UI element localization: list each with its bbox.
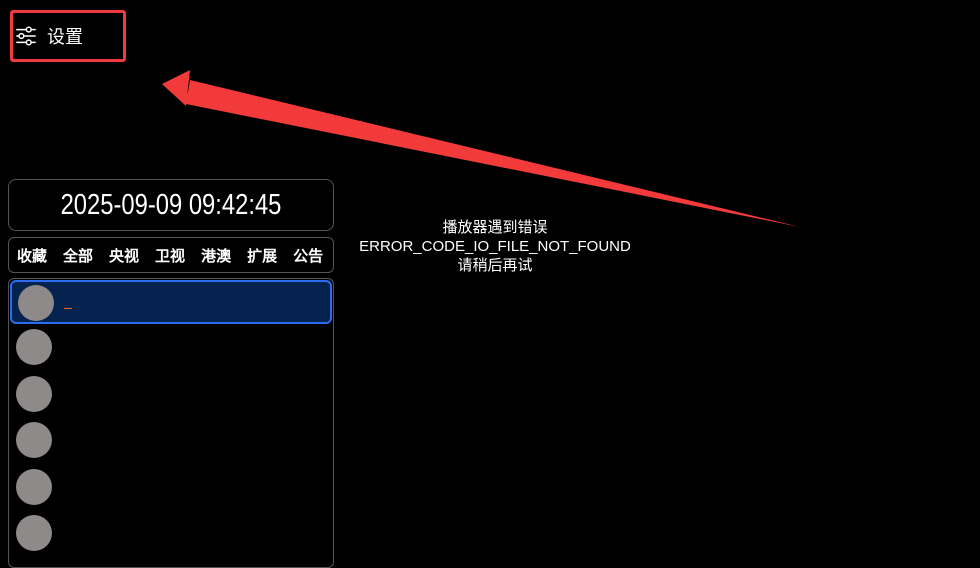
clock-panel: 2025-09-09 09:42:45 <box>8 179 334 231</box>
tab-cctv[interactable]: 央视 <box>109 245 139 266</box>
channel-item[interactable] <box>10 419 332 463</box>
channel-logo <box>16 515 52 551</box>
tab-all[interactable]: 全部 <box>63 245 93 266</box>
tab-hk-macau[interactable]: 港澳 <box>201 245 231 266</box>
channel-name: _ <box>64 290 72 309</box>
tab-extended[interactable]: 扩展 <box>247 245 277 266</box>
tab-satellite[interactable]: 卫视 <box>155 245 185 266</box>
channel-logo <box>16 422 52 458</box>
category-tabs: 收藏 全部 央视 卫视 港澳 扩展 公告 <box>8 237 334 273</box>
tab-announcements[interactable]: 公告 <box>293 245 323 266</box>
channel-logo <box>16 469 52 505</box>
channel-logo <box>16 376 52 412</box>
clock-datetime: 2025-09-09 09:42:45 <box>60 188 282 221</box>
channel-item-selected[interactable]: _ <box>10 280 332 324</box>
channel-logo <box>18 285 54 321</box>
error-code: ERROR_CODE_IO_FILE_NOT_FOUND <box>359 238 631 255</box>
tab-favorites[interactable]: 收藏 <box>17 245 47 266</box>
channel-item[interactable] <box>10 326 332 370</box>
settings-button[interactable]: 设置 <box>10 10 126 62</box>
channel-item[interactable] <box>10 466 332 510</box>
channel-item[interactable] <box>10 512 332 556</box>
channel-list[interactable]: _ <box>8 278 334 568</box>
player-error-message: 播放器遇到错误 ERROR_CODE_IO_FILE_NOT_FOUND 请稍后… <box>345 218 645 275</box>
channel-logo <box>16 329 52 365</box>
error-title: 播放器遇到错误 <box>442 219 548 236</box>
error-hint: 请稍后再试 <box>457 257 533 274</box>
settings-label: 设置 <box>47 27 83 48</box>
sliders-icon <box>16 26 36 46</box>
channel-item[interactable] <box>10 373 332 417</box>
